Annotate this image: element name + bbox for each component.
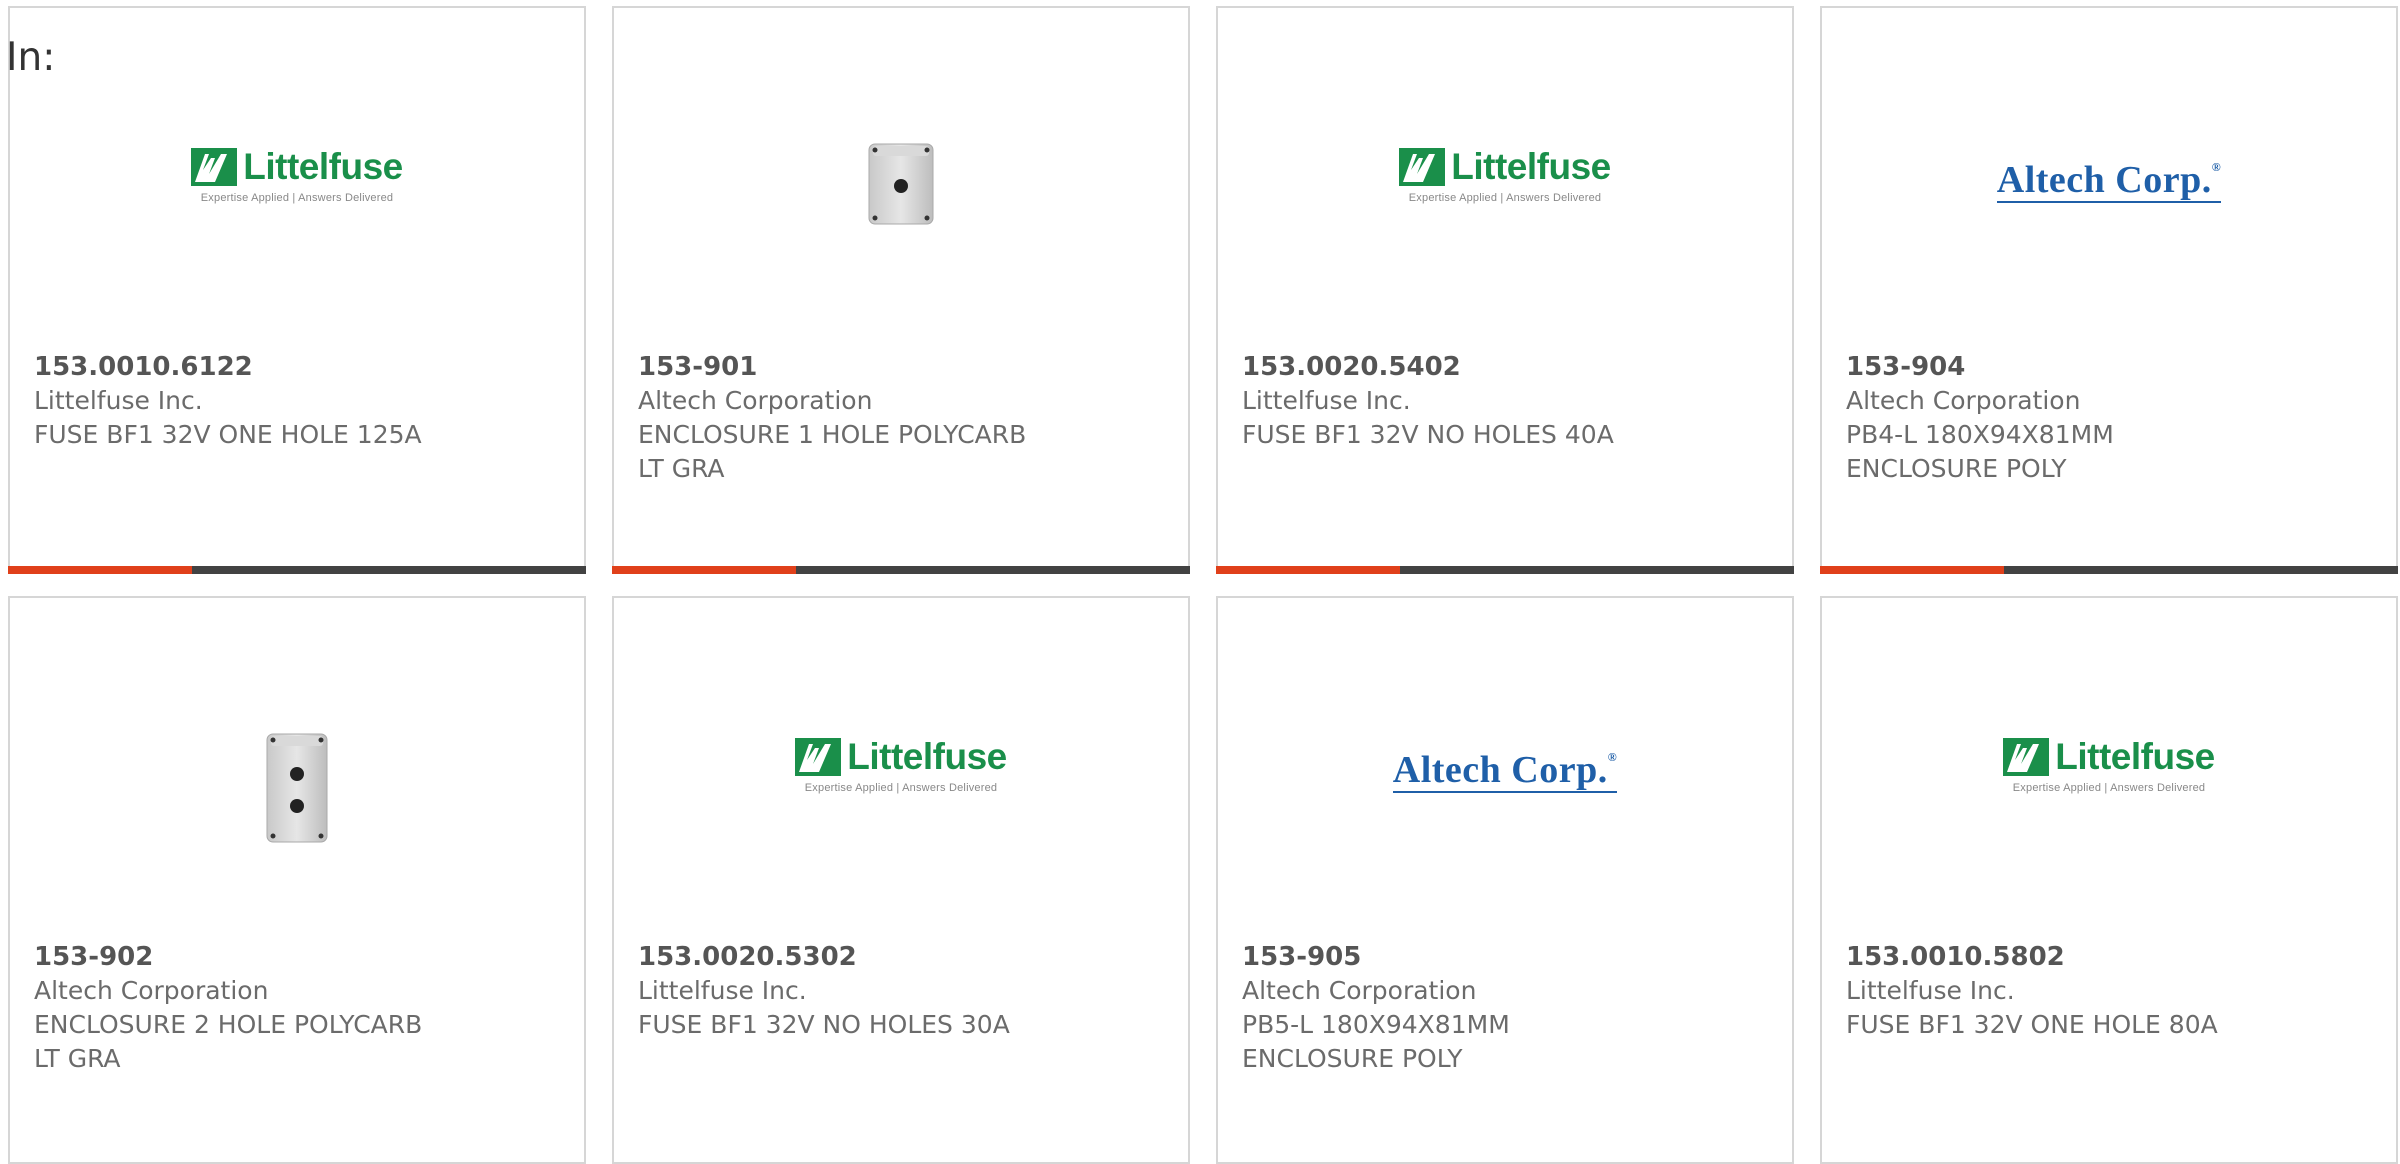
description-line: FUSE BF1 32V ONE HOLE 80A <box>1846 1010 2218 1039</box>
card-bottom-bar <box>1216 566 1794 574</box>
card-accent-bar <box>1216 566 1400 574</box>
filter-label: In: <box>6 35 56 80</box>
littelfuse-logo-text: Littelfuse <box>2055 736 2215 777</box>
part-number[interactable]: 153-905 <box>1242 940 1772 974</box>
product-info: 153-905 Altech Corporation PB5-L 180X94X81… <box>1242 940 1772 1076</box>
description-line: PB5-L 180X94X81MM <box>1242 1010 1510 1039</box>
product-card[interactable]: Littelfuse Expertise Applied | Answers D… <box>8 6 586 574</box>
manufacturer: Altech Corporation <box>1242 976 1477 1005</box>
part-number[interactable]: 153-904 <box>1846 350 2376 384</box>
littelfuse-tagline: Expertise Applied | Answers Delivered <box>200 192 394 204</box>
manufacturer: Altech Corporation <box>34 976 269 1005</box>
card-accent-bar <box>1820 566 2004 574</box>
product-image[interactable]: Littelfuse Expertise Applied | Answers D… <box>1218 68 1792 298</box>
description-line: LT GRA <box>34 1044 121 1073</box>
manufacturer: Littelfuse Inc. <box>1846 976 2015 1005</box>
littelfuse-tagline: Expertise Applied | Answers Delivered <box>2012 782 2206 794</box>
product-card[interactable]: Altech Corp.® 153-905 Altech Corporation P… <box>1216 596 1794 1164</box>
littelfuse-logo: Littelfuse Expertise Applied | Answers D… <box>2003 736 2215 794</box>
littelfuse-tagline: Expertise Applied | Answers Delivered <box>1408 192 1602 204</box>
part-number[interactable]: 153.0010.6122 <box>34 350 564 384</box>
card-bottom-bar <box>8 566 586 574</box>
description-line: FUSE BF1 32V NO HOLES 30A <box>638 1010 1010 1039</box>
product-image[interactable]: Littelfuse Expertise Applied | Answers D… <box>614 658 1188 888</box>
description-line: FUSE BF1 32V NO HOLES 40A <box>1242 420 1614 449</box>
altech-logo: Altech Corp.® <box>1996 159 2222 203</box>
altech-logo-text: Altech Corp. <box>1392 749 1608 791</box>
product-info: 153.0010.6122 Littelfuse Inc. FUSE BF1 32V… <box>34 350 564 452</box>
littelfuse-mark-icon <box>191 148 238 186</box>
product-card[interactable]: Littelfuse Expertise Applied | Answers D… <box>612 596 1190 1164</box>
description-line: ENCLOSURE POLY <box>1846 454 2067 483</box>
product-info: 153.0010.5802 Littelfuse Inc. FUSE BF1 32V… <box>1846 940 2376 1042</box>
product-card[interactable]: 153-901 Altech Corporation ENCLOSURE 1 HOL… <box>612 6 1190 574</box>
product-info: 153-902 Altech Corporation ENCLOSURE 2 HOL… <box>34 940 564 1076</box>
product-card[interactable]: Littelfuse Expertise Applied | Answers D… <box>1216 6 1794 574</box>
description-line: ENCLOSURE 1 HOLE POLYCARB <box>638 420 1027 449</box>
littelfuse-mark-icon <box>2003 738 2050 776</box>
card-accent-bar <box>8 566 192 574</box>
altech-logo: Altech Corp.® <box>1392 749 1618 793</box>
littelfuse-mark-icon <box>795 738 842 776</box>
product-card[interactable]: Altech Corp.® 153-904 Altech Corporation P… <box>1820 6 2398 574</box>
product-card[interactable]: Littelfuse Expertise Applied | Answers D… <box>1820 596 2398 1164</box>
littelfuse-logo: Littelfuse Expertise Applied | Answers D… <box>795 736 1007 794</box>
manufacturer: Littelfuse Inc. <box>1242 386 1411 415</box>
littelfuse-logo: Littelfuse Expertise Applied | Answers D… <box>191 146 403 204</box>
manufacturer: Altech Corporation <box>1846 386 2081 415</box>
part-number[interactable]: 153-902 <box>34 940 564 974</box>
product-image[interactable] <box>614 68 1188 298</box>
card-bottom-bar <box>1820 566 2398 574</box>
product-image[interactable]: Littelfuse Expertise Applied | Answers D… <box>10 68 584 298</box>
part-number[interactable]: 153.0020.5302 <box>638 940 1168 974</box>
product-info: 153.0020.5402 Littelfuse Inc. FUSE BF1 32V… <box>1242 350 1772 452</box>
manufacturer: Littelfuse Inc. <box>34 386 203 415</box>
description-line: ENCLOSURE 2 HOLE POLYCARB <box>34 1010 423 1039</box>
product-info: 153-904 Altech Corporation PB4-L 180X94X81… <box>1846 350 2376 486</box>
card-accent-bar <box>612 566 796 574</box>
description-line: FUSE BF1 32V ONE HOLE 125A <box>34 420 422 449</box>
littelfuse-logo-text: Littelfuse <box>847 736 1007 777</box>
littelfuse-logo-text: Littelfuse <box>1451 146 1611 187</box>
part-number[interactable]: 153.0020.5402 <box>1242 350 1772 384</box>
description-line: ENCLOSURE POLY <box>1242 1044 1463 1073</box>
product-info: 153.0020.5302 Littelfuse Inc. FUSE BF1 32V… <box>638 940 1168 1042</box>
product-image[interactable]: Altech Corp.® <box>1218 658 1792 888</box>
manufacturer: Altech Corporation <box>638 386 873 415</box>
description-line: PB4-L 180X94X81MM <box>1846 420 2114 449</box>
littelfuse-logo: Littelfuse Expertise Applied | Answers D… <box>1399 146 1611 204</box>
product-image[interactable] <box>10 658 584 888</box>
part-number[interactable]: 153.0010.5802 <box>1846 940 2376 974</box>
product-info: 153-901 Altech Corporation ENCLOSURE 1 HOL… <box>638 350 1168 486</box>
littelfuse-tagline: Expertise Applied | Answers Delivered <box>804 782 998 794</box>
product-image[interactable]: Altech Corp.® <box>1822 68 2396 298</box>
product-image[interactable]: Littelfuse Expertise Applied | Answers D… <box>1822 658 2396 888</box>
part-number[interactable]: 153-901 <box>638 350 1168 384</box>
description-line: LT GRA <box>638 454 725 483</box>
enclosure-2-hole-image <box>266 733 328 843</box>
product-card[interactable]: 153-902 Altech Corporation ENCLOSURE 2 HOL… <box>8 596 586 1164</box>
manufacturer: Littelfuse Inc. <box>638 976 807 1005</box>
product-grid: Littelfuse Expertise Applied | Answers D… <box>8 6 2400 1164</box>
littelfuse-mark-icon <box>1399 148 1446 186</box>
card-bottom-bar <box>612 566 1190 574</box>
altech-logo-text: Altech Corp. <box>1996 159 2212 201</box>
littelfuse-logo-text: Littelfuse <box>243 146 403 187</box>
enclosure-1-hole-image <box>868 143 934 225</box>
